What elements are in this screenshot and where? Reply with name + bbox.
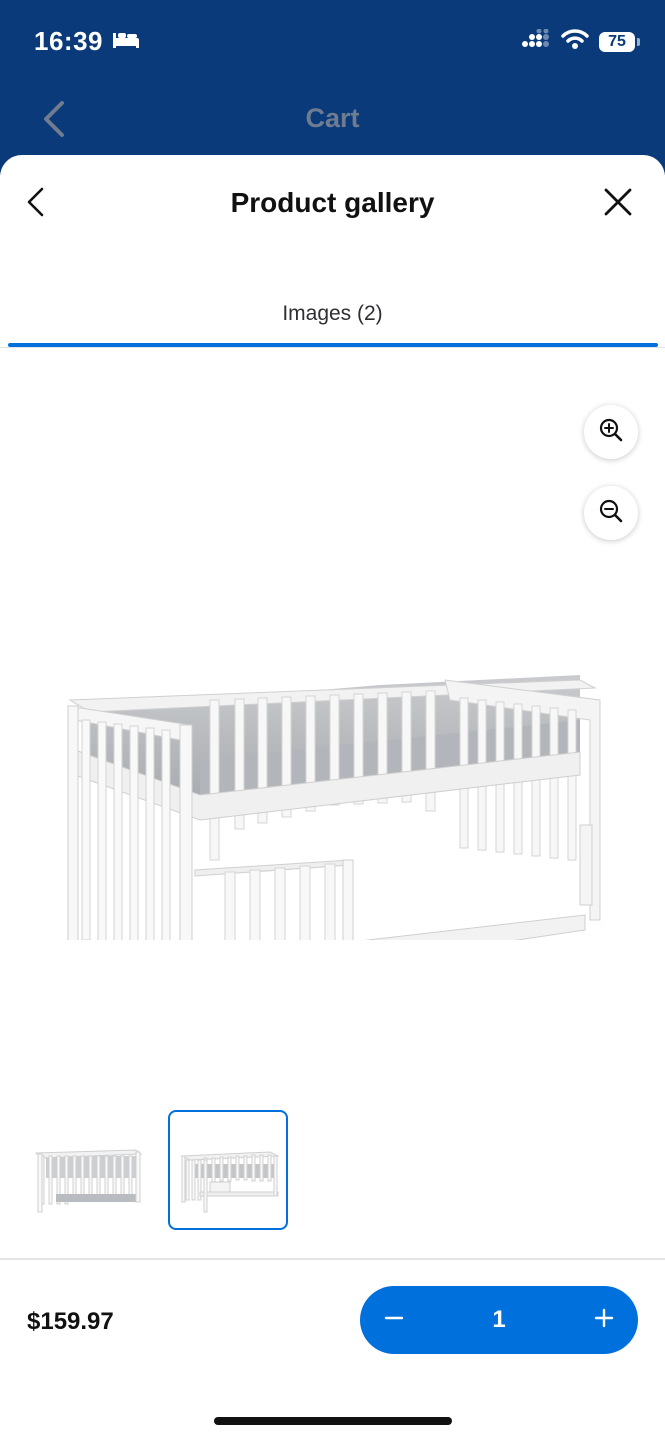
thumbnail-2[interactable]	[168, 1110, 288, 1230]
battery-icon: 75	[599, 31, 640, 52]
quantity-value: 1	[492, 1306, 506, 1333]
close-icon	[603, 188, 633, 221]
page-title: Product gallery	[230, 187, 435, 218]
status-time: 16:39	[34, 26, 103, 56]
increase-quantity-button[interactable]	[570, 1286, 638, 1354]
quantity-stepper: 1	[360, 1286, 638, 1354]
wifi-icon	[561, 28, 589, 55]
close-button[interactable]	[603, 187, 633, 217]
thumbnail-1[interactable]	[26, 1110, 146, 1230]
status-indicators: 75	[521, 28, 640, 55]
tab-divider	[0, 347, 665, 348]
tab-images[interactable]: Images (2)	[0, 302, 665, 326]
zoom-in-button[interactable]	[584, 405, 638, 459]
product-image[interactable]	[60, 520, 605, 1081]
plus-icon	[593, 1307, 615, 1334]
product-price: $159.97	[27, 1308, 114, 1335]
zoom-in-icon	[598, 417, 624, 448]
product-gallery-sheet: Product gallery Images (2) $159.97 1	[0, 155, 665, 1440]
signal-icon	[521, 28, 551, 54]
home-indicator[interactable]	[214, 1417, 452, 1425]
footer-divider	[0, 1258, 665, 1260]
bed-icon	[112, 30, 140, 55]
app-header: 16:39 75 Cart	[0, 0, 665, 175]
minus-icon	[383, 1307, 405, 1334]
decrease-quantity-button[interactable]	[360, 1286, 428, 1354]
cart-title: Cart	[305, 103, 360, 133]
